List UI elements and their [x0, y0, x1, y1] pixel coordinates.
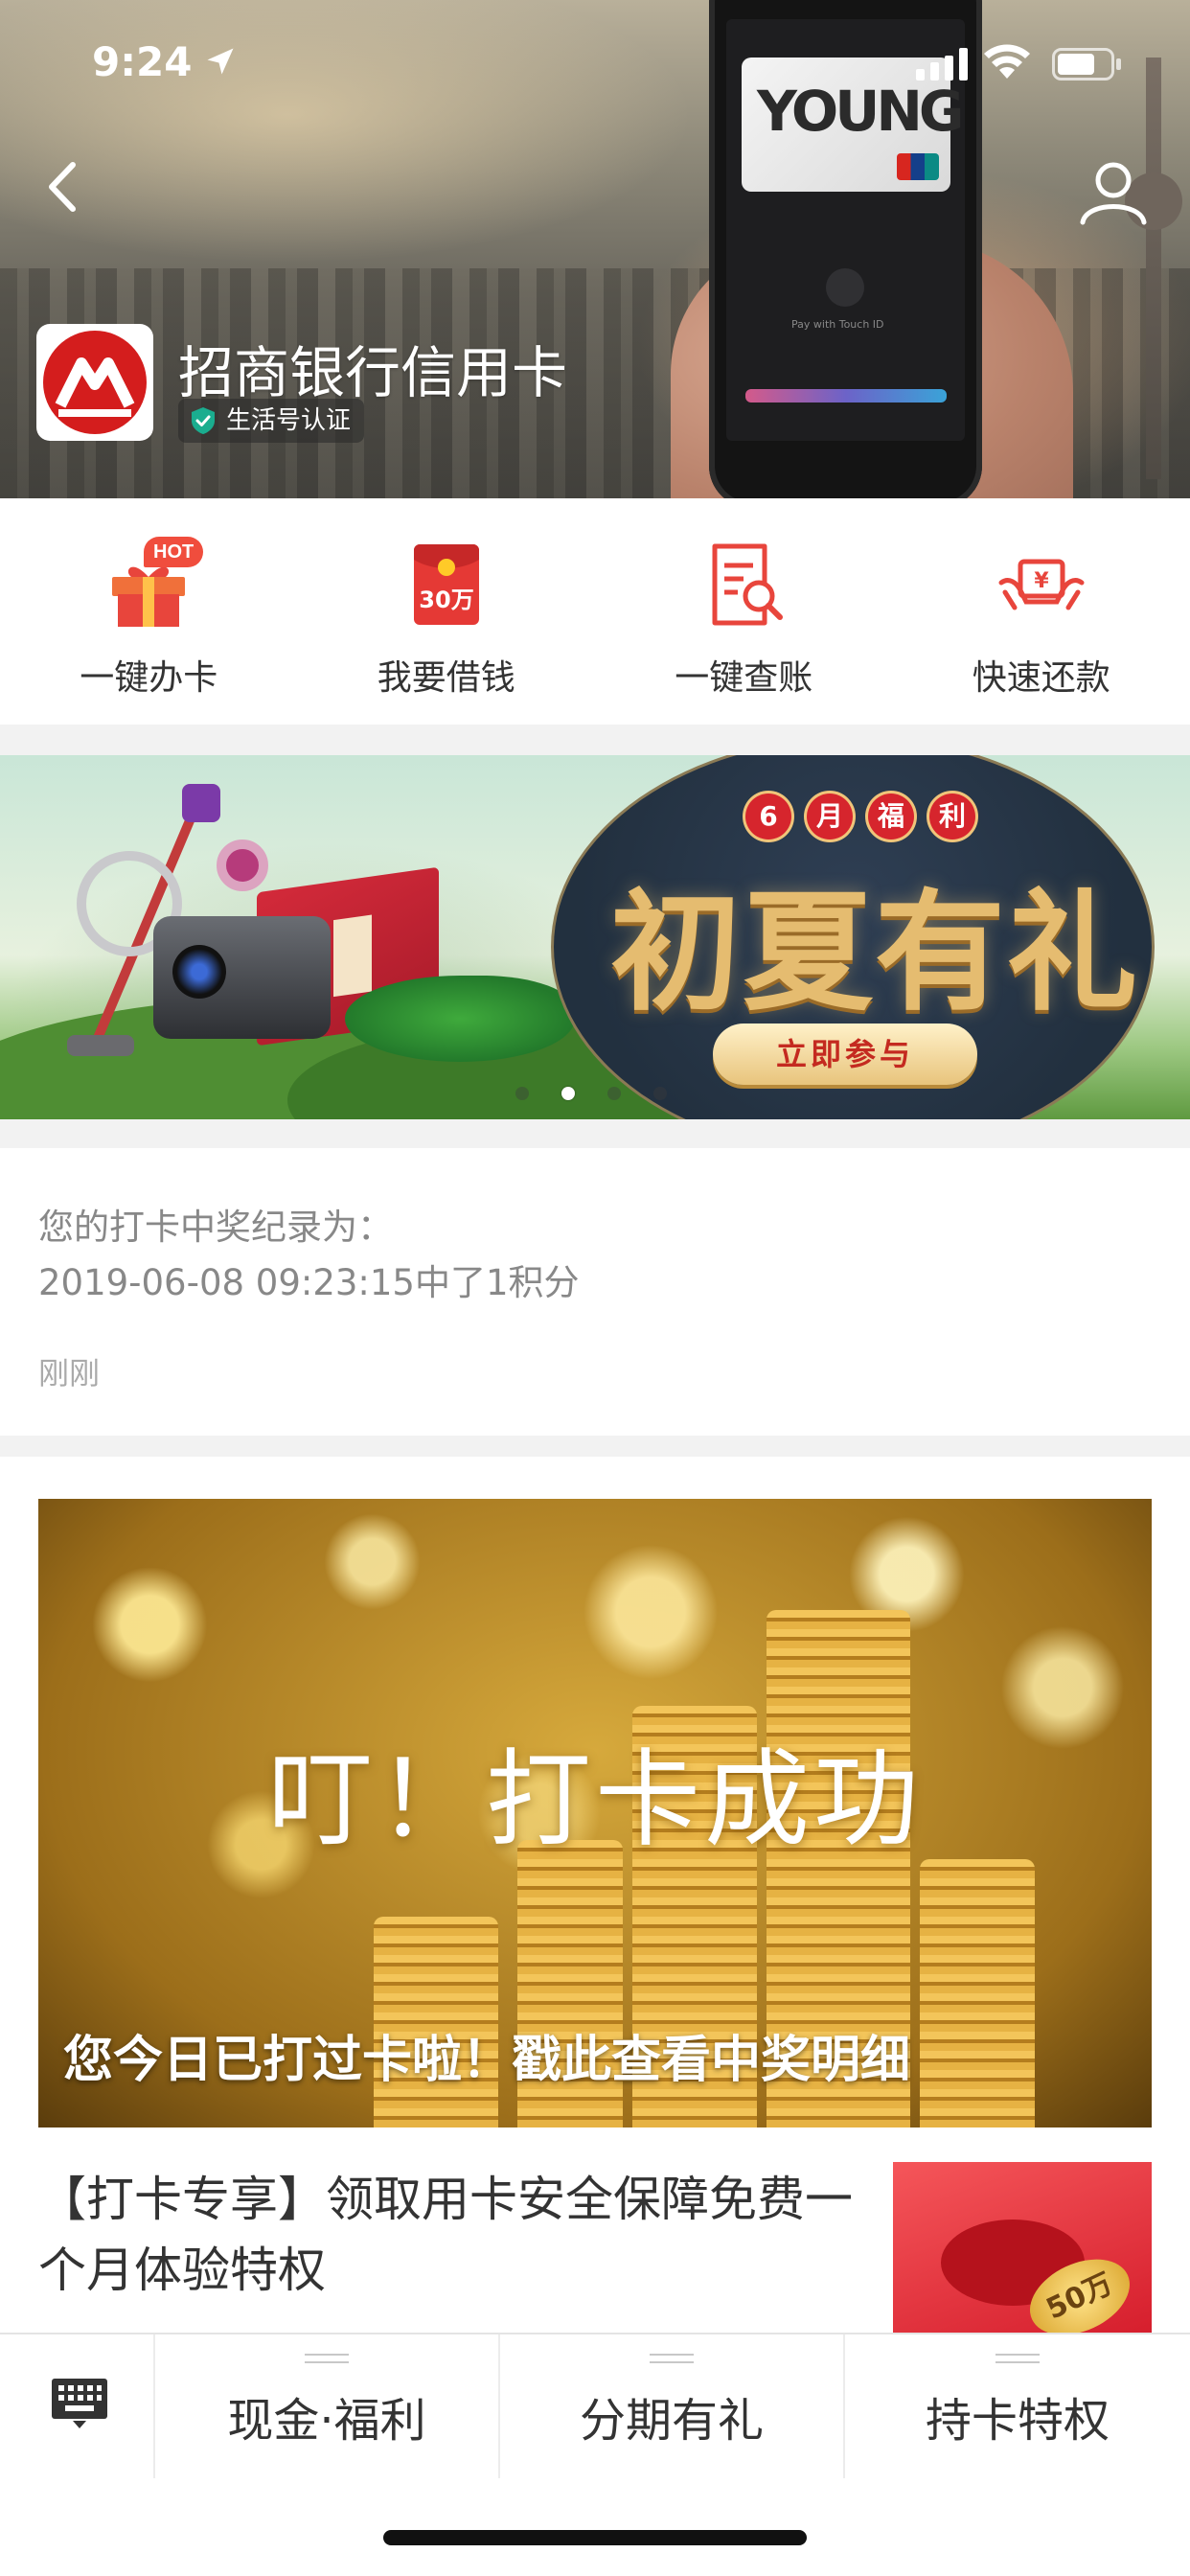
- menu-tab-cash-benefits[interactable]: 现金·福利: [155, 2334, 500, 2478]
- quick-action-label: 一键办卡: [80, 658, 218, 698]
- back-button[interactable]: [38, 153, 92, 220]
- checkin-success-image[interactable]: 叮！打卡成功 您今日已打过卡啦！戳此查看中奖明细: [38, 1499, 1152, 2128]
- pay-text: Pay with Touch ID: [791, 318, 884, 331]
- touch-id-icon: [826, 268, 864, 307]
- quick-action-borrow[interactable]: 30万 我要借钱: [298, 498, 596, 724]
- join-now-button[interactable]: 立即参与: [713, 1024, 977, 1085]
- quick-action-apply-card[interactable]: HOT 一键办卡: [0, 498, 298, 724]
- bank-logo[interactable]: [36, 324, 153, 441]
- record-line-1: 您的打卡中奖纪录为：: [38, 1207, 393, 1248]
- verification-label: 生活号认证: [226, 406, 352, 435]
- quick-action-label: 快速还款: [972, 658, 1110, 698]
- month-char: 6: [745, 794, 791, 840]
- account-name: 招商银行信用卡: [178, 340, 568, 405]
- quick-action-label: 一键查账: [675, 658, 813, 698]
- red-envelope-icon: 30万: [413, 544, 479, 625]
- wallet-stripe: [745, 389, 947, 402]
- banner-headline: 初夏有礼: [610, 876, 1139, 1029]
- menu-tab-label: 持卡特权: [925, 2394, 1110, 2448]
- carousel-dots: [515, 1087, 667, 1100]
- battery-icon: [1052, 48, 1121, 80]
- unionpay-logo: [897, 153, 939, 180]
- menu-tab-label: 现金·福利: [227, 2394, 426, 2448]
- dragon-boat-image: [345, 976, 575, 1062]
- account-header: YOUNG Pay with Touch ID 9:24 招商银行信用卡 生活号…: [0, 0, 1190, 498]
- status-bar: 9:24: [0, 0, 1190, 125]
- quick-actions: HOT 一键办卡 30万 我要借钱 一键查账 ¥ 快速还款: [0, 498, 1190, 724]
- menu-tab-installment[interactable]: 分期有礼: [500, 2334, 845, 2478]
- carousel-dot[interactable]: [607, 1087, 621, 1100]
- month-label: 6 月 福 利: [745, 794, 975, 840]
- menu-handle-icon: [650, 2354, 694, 2363]
- promo-thumbnail[interactable]: 50万: [893, 2162, 1152, 2350]
- svg-text:¥: ¥: [1034, 569, 1049, 593]
- carousel-dot[interactable]: [653, 1087, 667, 1100]
- promo-banner[interactable]: 6 月 福 利 初夏有礼 立即参与: [0, 755, 1190, 1119]
- keyboard-icon: [52, 2379, 107, 2428]
- projector-image: [153, 916, 331, 1039]
- repayment-icon: ¥: [998, 559, 1085, 610]
- quick-action-label: 我要借钱: [377, 658, 515, 698]
- keyboard-toggle-button[interactable]: [0, 2334, 155, 2478]
- month-char: 福: [868, 794, 914, 840]
- profile-button[interactable]: [1077, 155, 1150, 228]
- cellular-signal-icon: [916, 48, 968, 80]
- hot-badge: HOT: [144, 537, 204, 567]
- envelope-amount: 30万: [419, 586, 473, 613]
- promo-title[interactable]: 【打卡专享】领取用卡安全保障免费一个月体验特权: [38, 2164, 853, 2306]
- record-line-2: 2019-06-08 09:23:15中了1积分: [38, 1262, 580, 1303]
- carousel-dot[interactable]: [515, 1087, 529, 1100]
- feature-title: 叮！打卡成功: [267, 1738, 923, 1861]
- coin-stack: [920, 1859, 1035, 2128]
- menu-tab-cardholder-privileges[interactable]: 持卡特权: [845, 2334, 1190, 2478]
- feature-caption: 您今日已打过卡啦！戳此查看中奖明细: [63, 2032, 911, 2089]
- checkin-record-card[interactable]: 您的打卡中奖纪录为： 2019-06-08 09:23:15中了1积分 刚刚: [0, 1148, 1190, 1436]
- menu-handle-icon: [305, 2354, 349, 2363]
- menu-handle-icon: [995, 2354, 1040, 2363]
- month-char: 月: [807, 794, 853, 840]
- menu-tab-label: 分期有礼: [579, 2394, 764, 2448]
- status-time: 9:24: [92, 38, 193, 85]
- hair-dryer-image: [217, 840, 268, 891]
- location-arrow-icon: [207, 48, 234, 75]
- cmb-logo-icon: [55, 357, 135, 417]
- record-timestamp: 刚刚: [38, 1355, 101, 1392]
- month-char: 利: [929, 794, 975, 840]
- quick-action-repay[interactable]: ¥ 快速还款: [893, 498, 1190, 724]
- home-indicator[interactable]: [383, 2530, 807, 2545]
- shield-check-icon: [192, 407, 215, 434]
- wifi-icon: [984, 44, 1030, 79]
- quick-action-check-bill[interactable]: 一键查账: [595, 498, 893, 724]
- bill-search-icon: [712, 543, 784, 626]
- carousel-dot-active[interactable]: [561, 1087, 575, 1100]
- verification-badge: 生活号认证: [178, 399, 365, 443]
